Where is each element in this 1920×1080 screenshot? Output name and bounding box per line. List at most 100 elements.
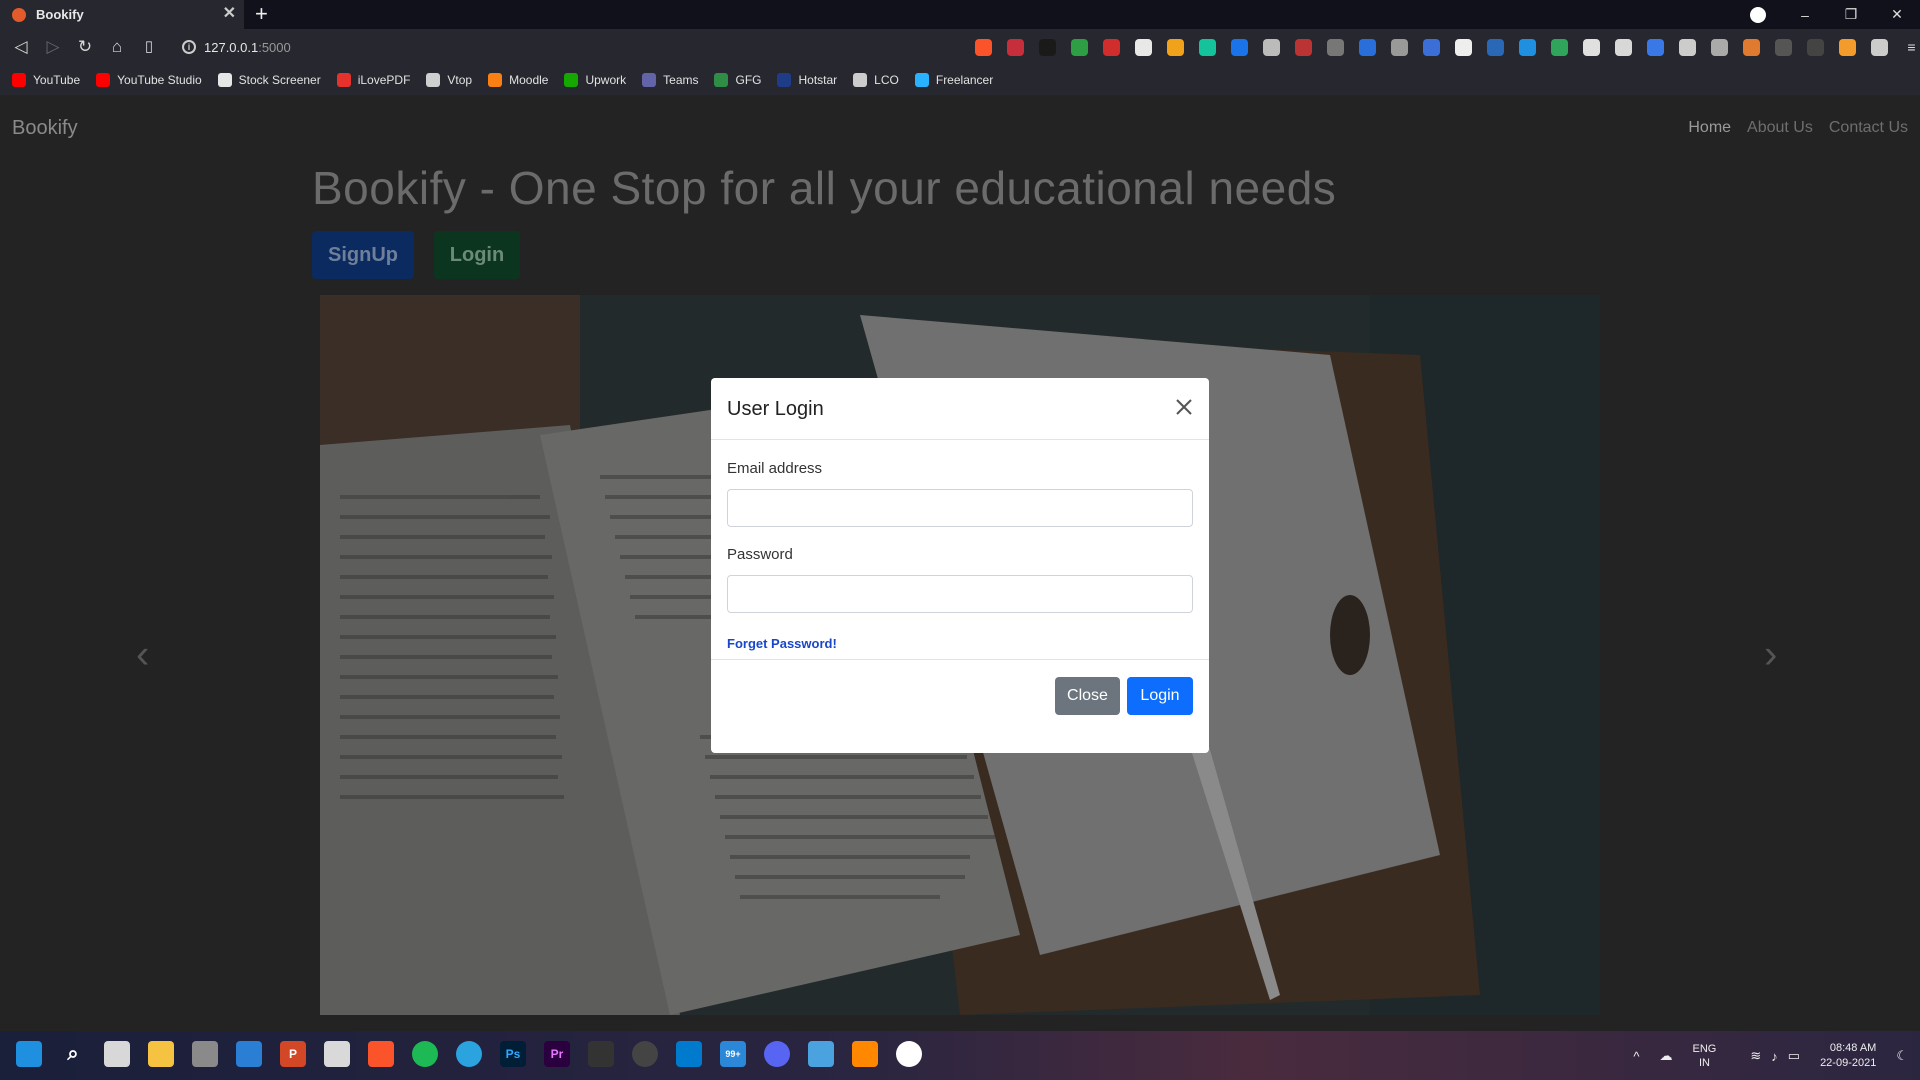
extension-ip-icon[interactable] xyxy=(1551,38,1568,56)
grammarly-icon[interactable] xyxy=(1199,38,1216,56)
extension-translate-icon[interactable] xyxy=(1647,38,1664,56)
language-indicator[interactable]: ENG IN xyxy=(1693,1042,1717,1070)
reload-icon[interactable]: ↻ xyxy=(74,37,96,57)
bookmark-item[interactable]: GFG xyxy=(714,73,761,87)
extension-rocket-icon[interactable] xyxy=(1327,38,1344,56)
bookmark-item[interactable]: YouTube xyxy=(12,73,80,87)
extension-gear-icon[interactable] xyxy=(1743,38,1760,56)
bookmark-item[interactable]: Freelancer xyxy=(914,73,993,87)
extension-grid-icon[interactable] xyxy=(1615,38,1632,56)
tab-close-icon[interactable]: ✕ xyxy=(223,5,236,23)
nav-link-home[interactable]: Home xyxy=(1688,119,1731,137)
extension-k-icon[interactable] xyxy=(1263,38,1280,56)
extension-red-icon[interactable] xyxy=(1103,38,1120,56)
navbar-brand[interactable]: Bookify xyxy=(12,117,78,140)
discord-icon[interactable] xyxy=(764,1041,790,1067)
nav-link-contact[interactable]: Contact Us xyxy=(1829,119,1908,137)
extension-wave-icon[interactable] xyxy=(1423,38,1440,56)
extension-green-icon[interactable] xyxy=(1071,38,1088,56)
calculator-icon[interactable] xyxy=(192,1041,218,1067)
email-field[interactable] xyxy=(727,489,1193,527)
extension-ghost-icon[interactable] xyxy=(1775,38,1792,56)
bookmark-item[interactable]: Teams xyxy=(642,73,698,87)
bookmark-item[interactable]: YouTube Studio xyxy=(96,73,202,87)
app-w-icon[interactable] xyxy=(896,1041,922,1067)
app-shark-icon[interactable] xyxy=(808,1041,834,1067)
password-field[interactable] xyxy=(727,575,1193,613)
mail-icon[interactable] xyxy=(236,1041,262,1067)
clock[interactable]: 08:48 AM 22-09-2021 xyxy=(1820,1041,1876,1071)
telegram-icon[interactable] xyxy=(456,1041,482,1067)
youtube-icon xyxy=(12,73,26,87)
search-icon[interactable]: ⌕ xyxy=(60,1041,86,1067)
extension-lines-icon[interactable] xyxy=(1455,38,1472,56)
brave-shields-icon[interactable] xyxy=(975,38,992,56)
extension-copy-icon[interactable] xyxy=(1583,38,1600,56)
bookmark-item[interactable]: Hotstar xyxy=(777,73,837,87)
taskbar-apps: ⌕ P Ps Pr 99+ xyxy=(16,1041,940,1067)
start-icon[interactable] xyxy=(16,1041,42,1067)
carousel-next-icon[interactable]: › xyxy=(1764,633,1777,678)
brave-rewards-icon[interactable] xyxy=(1007,38,1024,56)
extension-badge-icon[interactable] xyxy=(1391,38,1408,56)
vscode-icon[interactable] xyxy=(676,1041,702,1067)
extension-chrome-icon[interactable] xyxy=(1679,38,1696,56)
restore-button[interactable]: ❐ xyxy=(1828,6,1874,23)
focus-moon-icon[interactable]: ☾ xyxy=(1896,1048,1908,1064)
extensions-puzzle-icon[interactable] xyxy=(1871,38,1888,56)
task-view-icon[interactable] xyxy=(104,1041,130,1067)
profile-icon[interactable] xyxy=(1750,7,1766,23)
forgot-password-link[interactable]: Forget Password! xyxy=(727,636,837,651)
minimize-button[interactable]: – xyxy=(1782,7,1828,23)
volume-icon[interactable]: ♪ xyxy=(1771,1049,1778,1064)
bookmark-item[interactable]: iLovePDF xyxy=(336,73,410,87)
notification-badge[interactable]: 99+ xyxy=(720,1041,746,1067)
address-bar[interactable]: i 127.0.0.1:5000 xyxy=(176,33,1044,61)
powerpoint-icon[interactable]: P xyxy=(280,1041,306,1067)
extension-white-icon[interactable] xyxy=(1135,38,1152,56)
wifi-icon[interactable]: ≋ xyxy=(1750,1048,1761,1064)
close-button[interactable]: Close xyxy=(1055,677,1120,715)
bookmark-item[interactable]: LCO xyxy=(853,73,899,87)
extension-aa-icon[interactable] xyxy=(1487,38,1504,56)
extension-s2-icon[interactable] xyxy=(1519,38,1536,56)
file-explorer-icon[interactable] xyxy=(148,1041,174,1067)
extension-dim-icon[interactable] xyxy=(1807,38,1824,56)
terminal-icon[interactable] xyxy=(588,1041,614,1067)
browser-tab[interactable]: Bookify ✕ xyxy=(0,0,244,29)
bookmark-item[interactable]: Moodle xyxy=(488,73,548,87)
premiere-icon[interactable]: Pr xyxy=(544,1041,570,1067)
back-icon[interactable]: ◁ xyxy=(10,37,32,57)
extension-iq-icon[interactable] xyxy=(1359,38,1376,56)
nav-link-about[interactable]: About Us xyxy=(1747,119,1813,137)
login-button[interactable]: Login xyxy=(1127,677,1193,715)
obs-icon[interactable] xyxy=(632,1041,658,1067)
menu-icon[interactable]: ≡ xyxy=(1903,39,1920,56)
chevron-up-icon[interactable]: ^ xyxy=(1633,1049,1639,1064)
bookmark-item[interactable]: Vtop xyxy=(426,73,472,87)
signup-button[interactable]: SignUp xyxy=(312,231,414,279)
vlc-icon[interactable] xyxy=(852,1041,878,1067)
bookmark-item[interactable]: Upwork xyxy=(564,73,626,87)
brave-icon[interactable] xyxy=(368,1041,394,1067)
new-tab-button[interactable]: + xyxy=(255,2,268,26)
carousel-prev-icon[interactable]: ‹ xyxy=(136,633,149,678)
extension-s-icon[interactable] xyxy=(1231,38,1248,56)
close-window-button[interactable]: ✕ xyxy=(1874,6,1920,23)
extension-box-icon[interactable] xyxy=(1711,38,1728,56)
photoshop-icon[interactable]: Ps xyxy=(500,1041,526,1067)
close-icon[interactable] xyxy=(1173,396,1195,418)
extension-orange-icon[interactable] xyxy=(1839,38,1856,56)
site-info-icon[interactable]: i xyxy=(182,40,196,54)
bookmark-item[interactable]: Stock Screener xyxy=(217,73,321,87)
battery-icon[interactable]: ▭ xyxy=(1788,1048,1800,1064)
home-icon[interactable]: ⌂ xyxy=(106,37,128,57)
spotify-icon[interactable] xyxy=(412,1041,438,1067)
extension-letter-icon[interactable] xyxy=(1295,38,1312,56)
forward-icon[interactable]: ▷ xyxy=(42,37,64,57)
onedrive-icon[interactable]: ☁ xyxy=(1660,1048,1673,1064)
extension-g-icon[interactable] xyxy=(1167,38,1184,56)
bookmark-icon[interactable]: ▯ xyxy=(138,37,160,57)
app-icon[interactable] xyxy=(324,1041,350,1067)
hero-login-button[interactable]: Login xyxy=(434,231,520,279)
